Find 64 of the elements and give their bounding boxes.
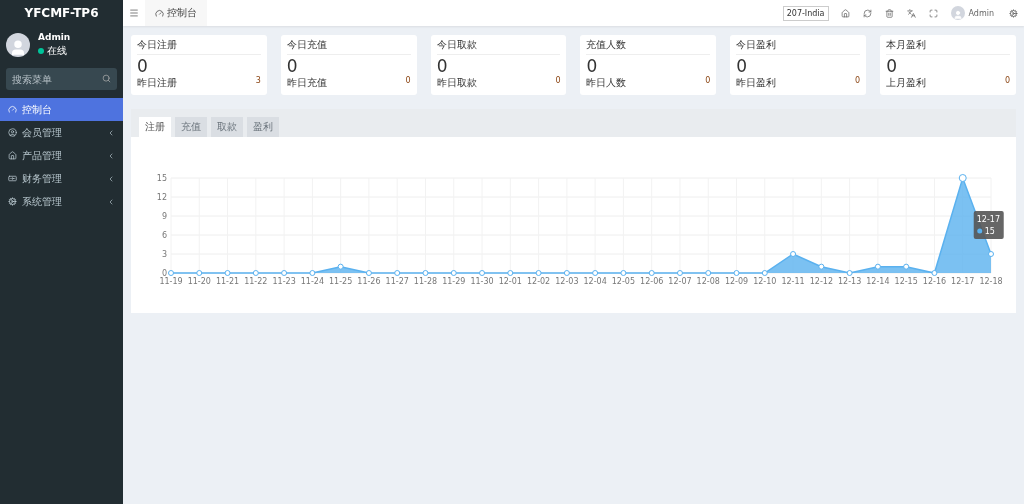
card-footer-value: 3 [255,76,261,87]
card-value: 0 [586,56,599,76]
axis-label: 12-12 [809,277,833,286]
axis-label: 3 [161,250,167,259]
card-footer-value: 0 [555,76,561,87]
card-footer-value: 0 [1004,76,1010,87]
axis-label: 11-19 [159,277,183,286]
axis-label: 11-22 [244,277,268,286]
axis-label: 12-03 [555,277,579,286]
card-footer-label: 上月盈利 [886,76,927,90]
axis-label: 12-02 [526,277,551,286]
axis-label: 12-04 [583,277,607,286]
axis-label: 11-21 [215,277,240,286]
axis-label: 12-05 [611,277,636,286]
card-value: 0 [886,56,898,76]
card-footer-label: 昨日人数 [586,76,627,90]
user-name: Admin [38,32,71,42]
card-value: 0 [286,56,299,76]
axis-label: 12-08 [696,277,720,286]
card-title: 今日取款 [436,38,561,55]
axis-label: 12-06 [640,277,664,286]
card-value: 0 [436,56,449,76]
card-footer-value: 0 [705,76,711,87]
axis-label: 12-13 [838,277,862,286]
card-value: 0 [736,56,749,76]
axis-label: 12-15 [894,277,918,286]
card-value: 0 [137,56,149,76]
axis-label: 0 [161,269,167,278]
axis-label: 12-07 [668,277,692,286]
axis-label: 6 [161,231,167,240]
axis-label: 12-14 [866,277,890,286]
axis-label: 12 [156,193,167,202]
card-footer-label: 昨日充值 [286,76,327,90]
axis-label: 15 [156,174,167,183]
axis-label: 12-16 [922,277,947,286]
server-badge: 207-India [782,5,829,21]
card-footer-value: 0 [855,76,861,87]
card-title: 本月盈利 [886,38,1010,55]
card-footer-label: 昨日盈利 [736,76,777,90]
axis-label: 11-24 [300,277,324,286]
axis-label: 12-18 [979,277,1003,286]
axis-label: 12-10 [753,277,777,286]
axis-label: 11-26 [357,277,381,286]
card-title: 今日盈利 [736,38,861,55]
axis-label: 12-17 [951,277,975,286]
axis-label: 11-27 [385,277,409,286]
axis-label: 11-28 [413,277,438,286]
axis-label: 11-23 [272,277,296,286]
axis-label: 12-01 [498,277,522,286]
axis-label: 11-30 [470,277,494,286]
card-title: 今日注册 [137,38,261,55]
axis-label: 11-25 [329,277,353,286]
axis-label: 12-11 [781,277,805,286]
status-text: 在线 [47,44,67,58]
axis-label: 9 [161,212,167,221]
axis-label: 12-09 [724,277,749,286]
card-footer-label: 昨日取款 [436,76,477,90]
axis-label: 11-29 [442,277,466,286]
card-title: 充值人数 [586,38,711,55]
axis-label: 11-20 [187,277,211,286]
card-title: 今日充值 [286,38,411,55]
card-footer-value: 0 [405,76,411,87]
card-footer-label: 昨日注册 [137,76,177,90]
tooltip: 12-17 15 [973,211,1004,239]
